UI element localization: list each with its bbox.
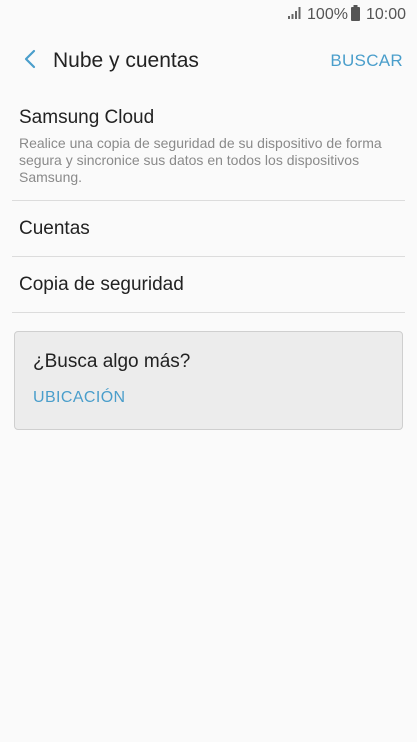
location-link[interactable]: UBICACIÓN — [33, 389, 384, 407]
search-button[interactable]: BUSCAR — [330, 51, 403, 71]
list-item-accounts[interactable]: Cuentas — [12, 201, 405, 257]
settings-list: Samsung Cloud Realice una copia de segur… — [12, 92, 405, 313]
signal-icon — [287, 6, 303, 25]
accounts-title: Cuentas — [19, 217, 90, 239]
app-bar: Nube y cuentas BUSCAR — [0, 38, 417, 84]
samsung-cloud-description: Realice una copia de seguridad de su dis… — [19, 135, 382, 185]
suggestion-title: ¿Busca algo más? — [33, 351, 191, 372]
back-button[interactable] — [10, 38, 50, 84]
chevron-left-icon — [23, 48, 37, 75]
list-item-samsung-cloud[interactable]: Samsung Cloud Realice una copia de segur… — [12, 92, 405, 201]
settings-screen: 100% 10:00 Nube y cuentas BUSCAR Samsung… — [0, 0, 417, 742]
samsung-cloud-title: Samsung Cloud — [19, 107, 155, 128]
list-item-backup[interactable]: Copia de seguridad — [12, 257, 405, 313]
status-time: 10:00 — [365, 6, 406, 23]
status-bar: 100% 10:00 — [0, 0, 417, 30]
battery-percent: 100% — [307, 6, 348, 23]
battery-icon — [350, 4, 360, 26]
page-title: Nube y cuentas — [53, 49, 199, 72]
suggestion-card: ¿Busca algo más? UBICACIÓN — [14, 331, 403, 430]
backup-title: Copia de seguridad — [19, 273, 184, 295]
